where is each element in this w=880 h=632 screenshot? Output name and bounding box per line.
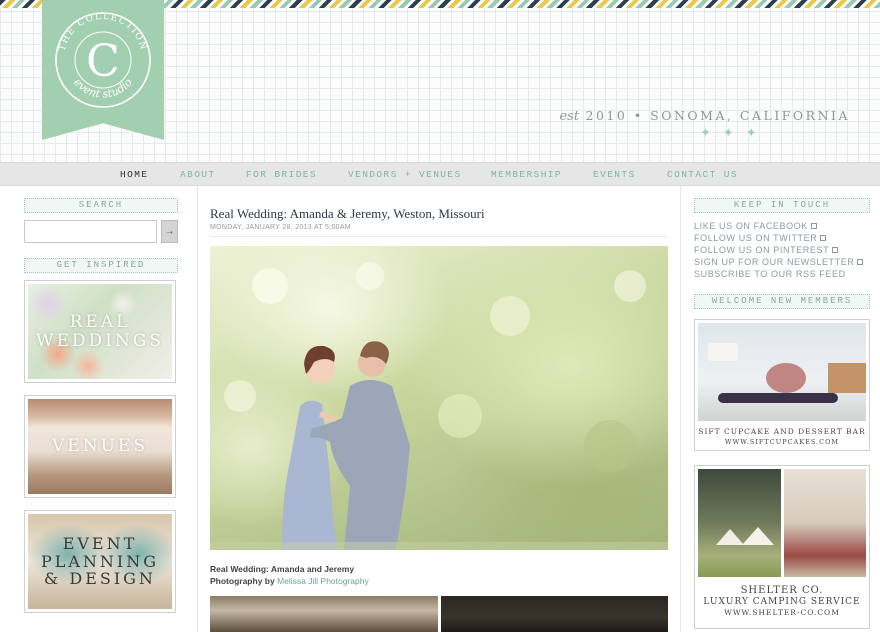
tile-venues[interactable]: VENUES (24, 395, 176, 498)
sift-ad-image (698, 323, 866, 421)
post-thumb-2 (441, 596, 668, 632)
ornament-stars: ✦✦✦ (700, 125, 769, 140)
tile-event-line3: & DESIGN (44, 569, 156, 589)
tile-event-planning[interactable]: EVENT PLANNING & DESIGN (24, 510, 176, 613)
post-title[interactable]: Real Wedding: Amanda & Jeremy, Weston, M… (210, 206, 485, 222)
facebook-link-label: LIKE US ON FACEBOOK (694, 221, 808, 231)
event-planning-image: EVENT PLANNING & DESIGN (28, 514, 172, 609)
external-link-icon (810, 223, 817, 229)
external-link-icon (820, 235, 827, 241)
shelter-ad-line3: WWW.SHELTER-CO.COM (724, 608, 840, 617)
nav-home[interactable]: HOME (120, 169, 148, 180)
sift-ad-line2: WWW.SIFTCUPCAKES.COM (724, 438, 840, 446)
newsletter-link[interactable]: SIGN UP FOR OUR NEWSLETTER (694, 257, 864, 267)
external-link-icon (857, 259, 864, 265)
nav-for-brides[interactable]: FOR BRIDES (246, 169, 317, 180)
tagline-est: est (559, 109, 580, 124)
post-divider (210, 236, 668, 237)
nav-vendors-venues[interactable]: VENDORS + VENUES (348, 169, 462, 180)
nav-about[interactable]: ABOUT (180, 169, 216, 180)
twitter-link[interactable]: FOLLOW US ON TWITTER (694, 233, 827, 243)
column-divider-left (197, 186, 198, 632)
shelter-ad-line2: LUXURY CAMPING SERVICE (703, 597, 861, 607)
right-sidebar: KEEP IN TOUCH LIKE US ON FACEBOOK FOLLOW… (694, 198, 870, 629)
main-nav: HOME ABOUT FOR BRIDES VENDORS + VENUES M… (0, 162, 880, 186)
search-label: SEARCH (24, 198, 178, 213)
tile-event-line1: EVENT (62, 534, 138, 554)
keep-in-touch-label: KEEP IN TOUCH (694, 198, 870, 213)
shelter-ad-line1: SHELTER CO. (740, 585, 824, 596)
tile-event-line2: PLANNING (40, 551, 160, 571)
get-inspired-label: GET INSPIRED (24, 258, 178, 273)
tagline-text: 2010 • SONOMA, CALIFORNIA (585, 108, 850, 123)
header-tagline: est 2010 • SONOMA, CALIFORNIA (559, 108, 850, 124)
post-caption: Real Wedding: Amanda and Jeremy Photogra… (210, 563, 369, 587)
logo-ribbon[interactable]: THE COLLECTION C event studio (42, 0, 164, 140)
logo-emblem: THE COLLECTION C event studio (55, 12, 151, 108)
real-weddings-image: REAL WEDDINGS (28, 284, 172, 379)
pinterest-link-label: FOLLOW US ON PINTEREST (694, 245, 830, 255)
newsletter-link-label: SIGN UP FOR OUR NEWSLETTER (694, 257, 855, 267)
site-header: THE COLLECTION C event studio est 2010 •… (0, 0, 880, 162)
post-date: MONDAY, JANUARY 28, 2013 AT 5:00AM (210, 224, 351, 231)
post-thumb-1 (210, 596, 438, 632)
shelter-ad-image (698, 469, 866, 577)
search-input[interactable] (24, 220, 157, 243)
tile-real-weddings[interactable]: REAL WEDDINGS (24, 280, 176, 383)
tile-real-line1: REAL (69, 311, 131, 332)
tile-real-line2: WEDDINGS (36, 330, 164, 351)
rss-link[interactable]: SUBSCRIBE TO OUR RSS FEED (694, 269, 846, 279)
ad-shelter-co[interactable]: SHELTER CO. LUXURY CAMPING SERVICE WWW.S… (694, 465, 870, 629)
nav-contact-us[interactable]: CONTACT US (667, 169, 738, 180)
caption-line1: Real Wedding: Amanda and Jeremy (210, 564, 355, 574)
ad-sift-cupcake[interactable]: SIFT CUPCAKE AND DESSERT BAR WWW.SIFTCUP… (694, 319, 870, 451)
column-divider-right (680, 186, 681, 632)
caption-prefix: Photography by (210, 576, 275, 586)
photographer-link[interactable]: Melissa Jill Photography (277, 576, 369, 586)
welcome-members-label: WELCOME NEW MEMBERS (694, 294, 870, 309)
venues-image: VENUES (28, 399, 172, 494)
search-row: → (24, 220, 178, 243)
twitter-link-label: FOLLOW US ON TWITTER (694, 233, 818, 243)
left-sidebar: SEARCH → GET INSPIRED REAL WEDDINGS VENU… (24, 198, 178, 613)
nav-membership[interactable]: MEMBERSHIP (491, 169, 562, 180)
logo-letter: C (86, 36, 120, 87)
nav-events[interactable]: EVENTS (593, 169, 636, 180)
post-hero-photo (210, 246, 668, 550)
pinterest-link[interactable]: FOLLOW US ON PINTEREST (694, 245, 839, 255)
couple-illustration (210, 262, 668, 550)
sift-ad-line1: SIFT CUPCAKE AND DESSERT BAR (698, 427, 866, 436)
external-link-icon (832, 247, 839, 253)
search-button[interactable]: → (161, 220, 178, 243)
rss-link-label: SUBSCRIBE TO OUR RSS FEED (694, 269, 846, 279)
facebook-link[interactable]: LIKE US ON FACEBOOK (694, 221, 817, 231)
tile-venues-line1: VENUES (52, 436, 148, 457)
